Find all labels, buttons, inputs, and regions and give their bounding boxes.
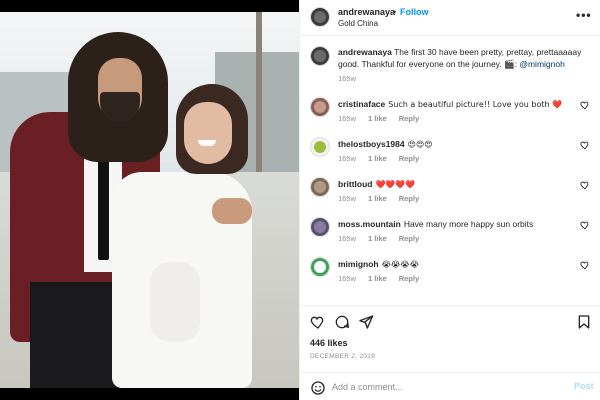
comment-body: Such a beautiful picture!! Love you both… (388, 100, 563, 109)
bookmark-icon[interactable] (576, 314, 592, 330)
comment-heart-icon[interactable] (580, 180, 590, 190)
post-action-bar (300, 305, 600, 335)
comment-username[interactable]: moss.mountain (338, 219, 401, 229)
comment-meta: 165w 1 like Reply (338, 114, 431, 123)
comment-heart-icon[interactable] (580, 220, 590, 230)
caption-mention[interactable]: @mimignoh (519, 59, 564, 69)
post-photo[interactable] (0, 12, 299, 388)
comment-time[interactable]: 165w (338, 274, 356, 283)
comment-item: thelostboys1984 😍😍😍 165w 1 like Reply (300, 137, 600, 177)
comment-time[interactable]: 165w (338, 194, 356, 203)
comment-meta: 165w 1 like Reply (338, 234, 431, 243)
comment-username[interactable]: thelostboys1984 (338, 139, 405, 149)
post-photo-container (0, 0, 299, 400)
comment-time[interactable]: 165w (338, 154, 356, 163)
share-icon[interactable] (358, 314, 374, 330)
comment-body: ❤️❤️❤️❤️ (375, 180, 416, 189)
add-comment-bar: Post (300, 372, 600, 400)
comment-username[interactable]: mimignoh (338, 259, 379, 269)
commenter-avatar[interactable] (310, 177, 330, 197)
comment-username[interactable]: brittloud (338, 179, 372, 189)
comment-item: brittloud ❤️❤️❤️❤️ 165w 1 like Reply (300, 177, 600, 217)
comment-item: moss.mountain Have many more happy sun or… (300, 217, 600, 257)
comment-item: cristinaface Such a beautiful picture!! L… (300, 97, 600, 137)
comment-username[interactable]: cristinaface (338, 99, 385, 109)
caption-author-avatar[interactable] (310, 46, 330, 66)
comment-input[interactable] (332, 379, 562, 395)
comment-heart-icon[interactable] (580, 260, 590, 270)
likes-count[interactable]: 446 likes (310, 338, 348, 348)
comment-likes[interactable]: 1 like (368, 234, 387, 243)
comment-likes[interactable]: 1 like (368, 194, 387, 203)
photo-woman-arm (150, 262, 200, 342)
comment-body: 😍😍😍 (407, 140, 433, 149)
comment-text: thelostboys1984 😍😍😍 (338, 139, 568, 149)
comment-reply-button[interactable]: Reply (399, 274, 419, 283)
comment-icon[interactable] (334, 314, 350, 330)
author-avatar[interactable] (310, 7, 330, 27)
comment-item: mimignoh 😭😭😭😭 165w 1 like Reply (300, 257, 600, 297)
caption-text: andrewanaya The first 30 have been prett… (338, 46, 590, 70)
heart-icon[interactable] (310, 314, 326, 330)
author-username[interactable]: andrewanaya (338, 7, 395, 17)
post-header: andrewanaya • Follow Gold China ••• (300, 0, 600, 36)
photo-pole (256, 12, 262, 172)
comment-body: Have many more happy sun orbits (403, 219, 534, 229)
photo-man-pants (30, 282, 125, 388)
more-icon[interactable]: ••• (576, 8, 592, 22)
comment-text: moss.mountain Have many more happy sun or… (338, 219, 568, 229)
photo-woman-face (184, 102, 232, 164)
instagram-post-frame: andrewanaya • Follow Gold China ••• andr… (0, 0, 600, 400)
comment-text: brittloud ❤️❤️❤️❤️ (338, 179, 568, 189)
caption-author[interactable]: andrewanaya (338, 47, 392, 57)
comment-reply-button[interactable]: Reply (399, 194, 419, 203)
comment-meta: 165w 1 like Reply (338, 274, 431, 283)
comment-reply-button[interactable]: Reply (399, 114, 419, 123)
commenter-avatar[interactable] (310, 257, 330, 277)
comment-body: 😭😭😭😭 (381, 260, 419, 269)
photo-hand (212, 198, 252, 224)
comment-time[interactable]: 165w (338, 234, 356, 243)
comment-reply-button[interactable]: Reply (399, 154, 419, 163)
comment-meta: 165w 1 like Reply (338, 194, 431, 203)
post-side-panel: andrewanaya • Follow Gold China ••• andr… (299, 0, 600, 400)
comment-reply-button[interactable]: Reply (399, 234, 419, 243)
post-location[interactable]: Gold China (338, 19, 378, 28)
comment-likes[interactable]: 1 like (368, 274, 387, 283)
comment-text: cristinaface Such a beautiful picture!! L… (338, 99, 568, 109)
separator-dot: • (393, 7, 397, 17)
commenter-avatar[interactable] (310, 97, 330, 117)
caption-timestamp[interactable]: 165w (338, 74, 356, 83)
commenter-avatar[interactable] (310, 217, 330, 237)
comment-heart-icon[interactable] (580, 140, 590, 150)
follow-button[interactable]: Follow (400, 7, 429, 17)
comment-likes[interactable]: 1 like (368, 114, 387, 123)
post-date[interactable]: DECEMBER 2, 2019 (310, 353, 375, 360)
comment-time[interactable]: 165w (338, 114, 356, 123)
comment-heart-icon[interactable] (580, 100, 590, 110)
comment-likes[interactable]: 1 like (368, 154, 387, 163)
post-comment-button[interactable]: Post (574, 381, 594, 391)
commenter-avatar[interactable] (310, 137, 330, 157)
comment-meta: 165w 1 like Reply (338, 154, 431, 163)
emoji-icon[interactable] (310, 380, 326, 396)
comment-text: mimignoh 😭😭😭😭 (338, 259, 568, 269)
